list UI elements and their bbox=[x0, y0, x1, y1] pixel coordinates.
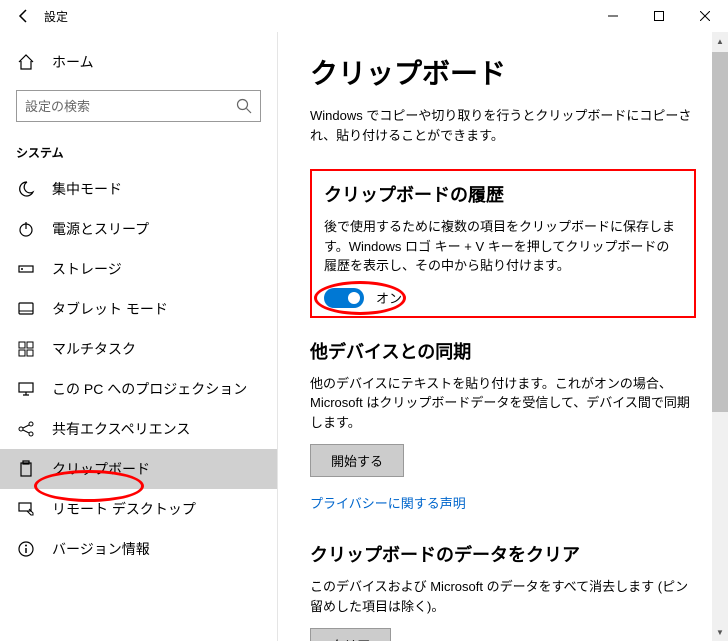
back-button[interactable] bbox=[8, 0, 40, 32]
history-toggle[interactable] bbox=[324, 288, 364, 308]
scrollbar-up-arrow[interactable]: ▲ bbox=[712, 32, 728, 50]
search-input[interactable] bbox=[25, 99, 236, 114]
minimize-button[interactable] bbox=[590, 0, 636, 32]
sidebar-item-label: クリップボード bbox=[52, 459, 150, 479]
highlight-annotation: クリップボードの履歴 後で使用するために複数の項目をクリップボードに保存します。… bbox=[310, 169, 696, 318]
search-box[interactable] bbox=[16, 90, 261, 122]
tablet-icon bbox=[16, 299, 36, 319]
sidebar-item-label: タブレット モード bbox=[52, 299, 168, 319]
power-icon bbox=[16, 219, 36, 239]
history-section-title: クリップボードの履歴 bbox=[324, 181, 682, 207]
sidebar-item-label: 集中モード bbox=[52, 179, 122, 199]
sidebar-item-storage[interactable]: ストレージ bbox=[0, 249, 277, 289]
sync-section-desc: 他のデバイスにテキストを貼り付けます。これがオンの場合、Microsoft はク… bbox=[310, 374, 696, 433]
privacy-link[interactable]: プライバシーに関する声明 bbox=[310, 496, 466, 511]
window-title: 設定 bbox=[44, 8, 68, 25]
sidebar-item-label: マルチタスク bbox=[52, 339, 136, 359]
sidebar-item-remote[interactable]: リモート デスクトップ bbox=[0, 489, 277, 529]
page-intro: Windows でコピーや切り取りを行うとクリップボードにコピーされ、貼り付ける… bbox=[310, 106, 696, 145]
remote-icon bbox=[16, 499, 36, 519]
sidebar-item-label: リモート デスクトップ bbox=[52, 499, 196, 519]
clear-section-desc: このデバイスおよび Microsoft のデータをすべて消去します (ピン留めし… bbox=[310, 577, 696, 616]
sidebar-item-focus[interactable]: 集中モード bbox=[0, 169, 277, 209]
projection-icon bbox=[16, 379, 36, 399]
sidebar-item-shared[interactable]: 共有エクスペリエンス bbox=[0, 409, 277, 449]
sidebar-item-label: ストレージ bbox=[52, 259, 122, 279]
toggle-knob bbox=[348, 292, 360, 304]
sidebar-item-label: バージョン情報 bbox=[52, 539, 150, 559]
sync-section: 他デバイスとの同期 他のデバイスにテキストを貼り付けます。これがオンの場合、Mi… bbox=[310, 338, 696, 514]
multitask-icon bbox=[16, 339, 36, 359]
scrollbar-down-arrow[interactable]: ▼ bbox=[712, 623, 728, 641]
sidebar-item-power[interactable]: 電源とスリープ bbox=[0, 209, 277, 249]
clipboard-icon bbox=[16, 459, 36, 479]
storage-icon bbox=[16, 259, 36, 279]
clear-button[interactable]: クリア bbox=[310, 628, 391, 641]
sidebar: ホーム システム 集中モード 電源とスリープ ストレージ タブレット モード bbox=[0, 32, 278, 641]
sidebar-item-about[interactable]: バージョン情報 bbox=[0, 529, 277, 569]
sidebar-section-label: システム bbox=[0, 134, 277, 169]
history-toggle-label: オン bbox=[376, 288, 402, 307]
sync-start-button[interactable]: 開始する bbox=[310, 444, 404, 477]
content-area: クリップボード Windows でコピーや切り取りを行うとクリップボードにコピー… bbox=[278, 32, 728, 641]
clear-section-title: クリップボードのデータをクリア bbox=[310, 541, 696, 567]
info-icon bbox=[16, 539, 36, 559]
page-title: クリップボード bbox=[310, 52, 696, 92]
history-section-desc: 後で使用するために複数の項目をクリップボードに保存します。Windows ロゴ … bbox=[324, 217, 682, 276]
close-button[interactable] bbox=[682, 0, 728, 32]
share-icon bbox=[16, 419, 36, 439]
titlebar: 設定 bbox=[0, 0, 728, 32]
sidebar-item-projection[interactable]: この PC へのプロジェクション bbox=[0, 369, 277, 409]
sidebar-item-tablet[interactable]: タブレット モード bbox=[0, 289, 277, 329]
sidebar-item-label: 電源とスリープ bbox=[52, 219, 149, 239]
search-icon bbox=[236, 98, 252, 114]
sync-section-title: 他デバイスとの同期 bbox=[310, 338, 696, 364]
moon-icon bbox=[16, 179, 36, 199]
sidebar-item-clipboard[interactable]: クリップボード bbox=[0, 449, 277, 489]
scrollbar-thumb[interactable] bbox=[712, 52, 728, 412]
sidebar-item-multitask[interactable]: マルチタスク bbox=[0, 329, 277, 369]
scrollbar[interactable]: ▲ ▼ bbox=[712, 32, 728, 641]
sidebar-home[interactable]: ホーム bbox=[0, 42, 277, 82]
window-controls bbox=[590, 0, 728, 32]
history-toggle-row: オン bbox=[324, 288, 682, 308]
maximize-button[interactable] bbox=[636, 0, 682, 32]
clear-section: クリップボードのデータをクリア このデバイスおよび Microsoft のデータ… bbox=[310, 541, 696, 641]
sidebar-item-label: この PC へのプロジェクション bbox=[52, 379, 247, 399]
sidebar-home-label: ホーム bbox=[52, 52, 94, 72]
sidebar-item-label: 共有エクスペリエンス bbox=[52, 419, 190, 439]
home-icon bbox=[16, 52, 36, 72]
